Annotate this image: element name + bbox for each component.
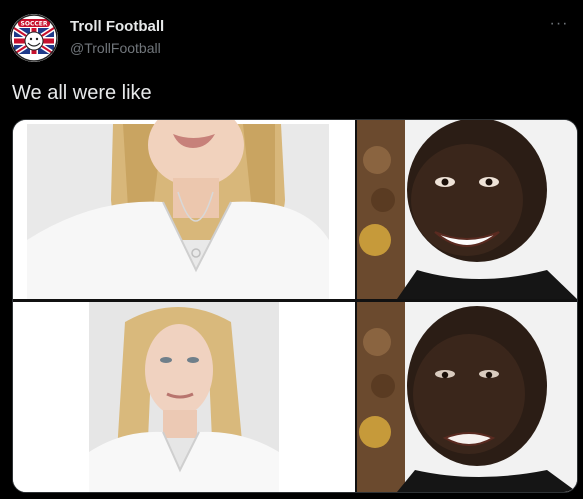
user-handle[interactable]: @TrollFootball [70, 39, 164, 57]
troll-football-logo-icon: SOCCER [10, 14, 58, 62]
more-horizontal-icon: ··· [549, 15, 569, 32]
portrait-image [89, 302, 279, 492]
smiling-man-image [357, 120, 577, 299]
logo-text: SOCCER [21, 20, 48, 27]
more-options-button[interactable]: ··· [545, 14, 573, 38]
meme-panel-top-left [13, 120, 355, 299]
meme-panel-bottom-right [357, 302, 577, 492]
meme-panel-top-right [357, 120, 577, 299]
portrait-image [27, 120, 329, 299]
display-name[interactable]: Troll Football [70, 18, 164, 36]
tweet: SOCCER Troll Football @TrollFootball ···… [0, 0, 583, 499]
tweet-media[interactable] [12, 119, 578, 493]
meme-panel-bottom-left [13, 302, 355, 492]
tweet-text: We all were like [12, 82, 152, 104]
author-block: Troll Football @TrollFootball [70, 18, 164, 57]
disappointed-man-image [357, 302, 577, 492]
avatar[interactable]: SOCCER [10, 14, 58, 62]
